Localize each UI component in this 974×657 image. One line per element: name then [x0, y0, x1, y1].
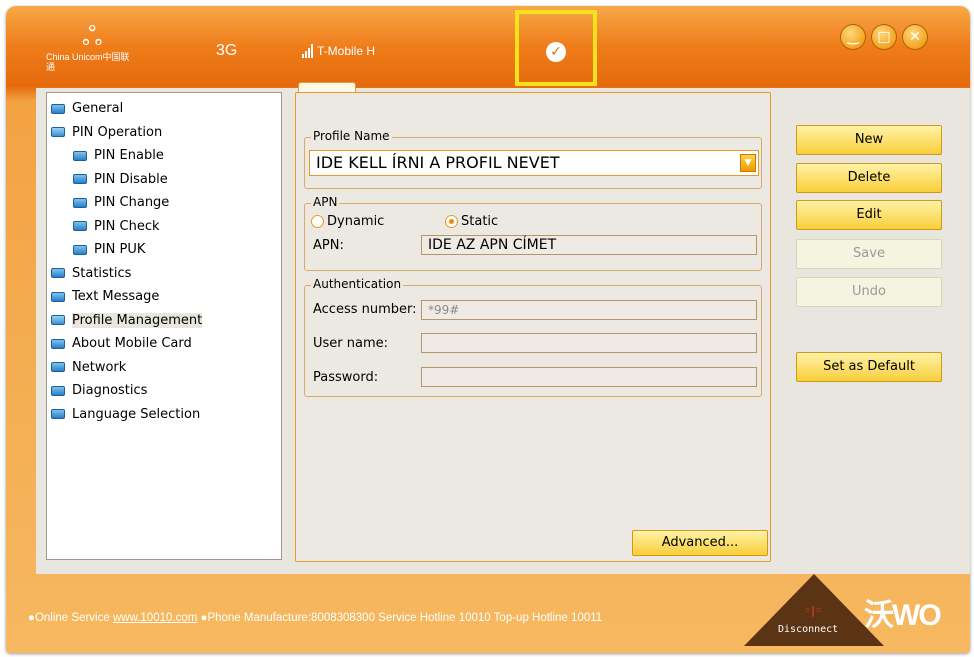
- folder-icon: [73, 244, 87, 255]
- sidebar-item-pin-disable[interactable]: PIN Disable: [47, 168, 281, 192]
- sidebar-item-general[interactable]: General: [47, 97, 281, 121]
- chevron-down-icon[interactable]: ▼: [740, 154, 756, 172]
- signal-bars-icon: [302, 44, 313, 58]
- footer-info: ●Online Service www.10010.com ●Phone Man…: [28, 612, 603, 624]
- advanced-button[interactable]: Advanced...: [632, 530, 768, 556]
- folder-icon: [51, 385, 65, 396]
- save-button[interactable]: Save: [796, 239, 942, 269]
- sidebar-item-pin-puk[interactable]: PIN PUK: [47, 238, 281, 262]
- sidebar-item-statistics[interactable]: Statistics: [47, 262, 281, 286]
- carrier-name: T-Mobile H: [317, 44, 376, 58]
- website-link[interactable]: www.10010.com: [113, 612, 197, 624]
- folder-icon: [51, 362, 65, 373]
- sidebar-item-pin-change[interactable]: PIN Change: [47, 191, 281, 215]
- authentication-label: Authentication: [311, 277, 404, 291]
- access-number-label: Access number:: [313, 302, 417, 317]
- sidebar-item-pin-enable[interactable]: PIN Enable: [47, 144, 281, 168]
- apn-field-label: APN:: [313, 238, 344, 253]
- profile-name-value: IDE KELL ÍRNI A PROFIL NEVET: [316, 153, 560, 172]
- apn-group: APN Dynamic Static APN: IDE AZ APN CÍMET: [304, 195, 762, 271]
- set-as-default-button[interactable]: Set as Default: [796, 352, 942, 382]
- folder-icon: [73, 221, 87, 232]
- folder-icon: [73, 150, 87, 161]
- dynamic-radio[interactable]: Dynamic: [311, 214, 384, 229]
- folder-icon: [51, 291, 65, 302]
- profile-name-select[interactable]: IDE KELL ÍRNI A PROFIL NEVET ▼: [309, 150, 759, 176]
- connect-check-icon: ✓: [546, 42, 566, 62]
- title-bar: ஃ China Unicom中国联通 3G T-Mobile H ✓ ‿ □ ✕: [6, 6, 970, 88]
- sidebar-item-profile-management[interactable]: Profile Management: [47, 309, 281, 333]
- restore-icon[interactable]: □: [871, 24, 897, 50]
- apn-input[interactable]: IDE AZ APN CÍMET: [421, 235, 757, 255]
- folder-open-icon: [51, 315, 65, 326]
- user-name-input[interactable]: [421, 333, 757, 353]
- folder-icon: [51, 409, 65, 420]
- sidebar-item-language-selection[interactable]: Language Selection: [47, 403, 281, 427]
- password-input[interactable]: [421, 367, 757, 387]
- sidebar-item-network[interactable]: Network: [47, 356, 281, 380]
- password-label: Password:: [313, 370, 379, 385]
- sidebar-tree: General PIN Operation PIN Enable PIN Dis…: [46, 92, 282, 560]
- folder-icon: [51, 268, 65, 279]
- footer-bar: ●Online Service www.10010.com ●Phone Man…: [6, 574, 970, 653]
- main-content: General PIN Operation PIN Enable PIN Dis…: [36, 82, 970, 574]
- sidebar-item-about-mobile-card[interactable]: About Mobile Card: [47, 332, 281, 356]
- disconnect-button[interactable]: ◦|◦ Disconnect: [744, 574, 884, 653]
- app-window: ஃ China Unicom中国联通 3G T-Mobile H ✓ ‿ □ ✕…: [6, 6, 970, 653]
- static-radio[interactable]: Static: [445, 214, 498, 229]
- window-controls: ‿ □ ✕: [840, 24, 928, 50]
- connect-button[interactable]: ✓: [515, 10, 597, 86]
- close-icon[interactable]: ✕: [902, 24, 928, 50]
- edit-button[interactable]: Edit: [796, 200, 942, 230]
- folder-icon: [73, 197, 87, 208]
- user-name-label: User name:: [313, 336, 389, 351]
- signal-indicator: T-Mobile H: [302, 44, 375, 58]
- profile-name-group: Profile Name IDE KELL ÍRNI A PROFIL NEVE…: [304, 129, 762, 189]
- profile-name-label: Profile Name: [311, 129, 392, 143]
- new-button[interactable]: New: [796, 125, 942, 155]
- disconnect-label: Disconnect: [778, 624, 839, 635]
- dial-up-panel: Profile Name IDE KELL ÍRNI A PROFIL NEVE…: [295, 92, 771, 562]
- brand-text: China Unicom中国联通: [46, 52, 130, 72]
- network-type: 3G: [216, 42, 238, 59]
- china-unicom-logo: ஃ China Unicom中国联通: [46, 22, 136, 72]
- sidebar-item-pin-check[interactable]: PIN Check: [47, 215, 281, 239]
- sidebar-item-text-message[interactable]: Text Message: [47, 285, 281, 309]
- radio-icon: [311, 215, 324, 228]
- wo-logo: 沃WO: [864, 599, 942, 632]
- access-number-input[interactable]: *99#: [421, 300, 757, 320]
- apn-group-label: APN: [311, 195, 340, 209]
- sidebar-item-pin-operation[interactable]: PIN Operation: [47, 121, 281, 145]
- delete-button[interactable]: Delete: [796, 163, 942, 193]
- authentication-group: Authentication Access number: *99# User …: [304, 277, 762, 397]
- unicom-knot-icon: ஃ: [82, 22, 103, 52]
- folder-open-icon: [51, 127, 65, 138]
- sidebar-item-diagnostics[interactable]: Diagnostics: [47, 379, 281, 403]
- minimize-icon[interactable]: ‿: [840, 24, 866, 50]
- undo-button[interactable]: Undo: [796, 277, 942, 307]
- folder-icon: [51, 338, 65, 349]
- folder-icon: [73, 174, 87, 185]
- folder-icon: [51, 103, 65, 114]
- radio-selected-icon: [445, 215, 458, 228]
- disconnect-logo-icon: ◦|◦: [804, 604, 823, 617]
